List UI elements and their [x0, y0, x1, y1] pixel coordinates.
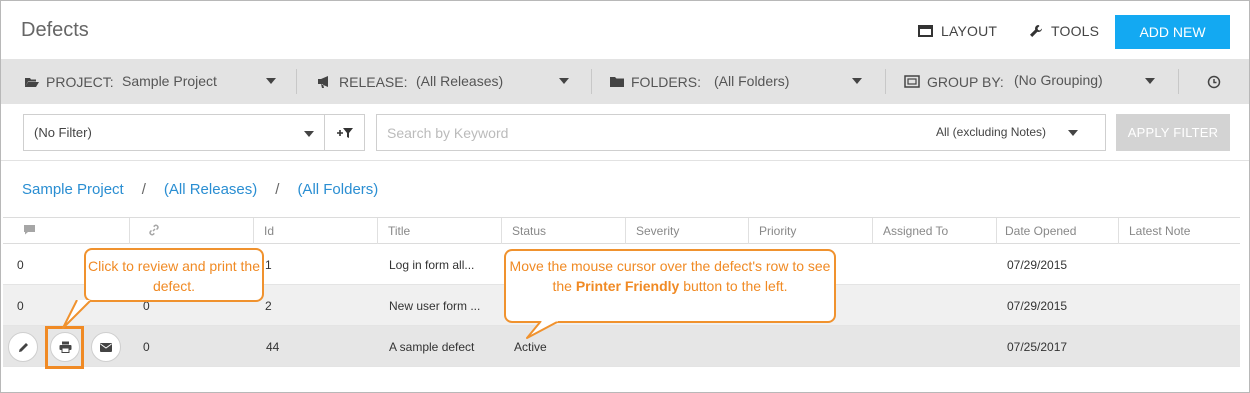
page-title: Defects	[21, 19, 89, 41]
chevron-down-icon	[559, 78, 569, 84]
hover-callout: Move the mouse cursor over the defect's …	[504, 249, 836, 323]
keyword-search: All (excluding Notes)	[376, 114, 1106, 151]
cell-date-opened: 07/29/2015	[1007, 258, 1068, 272]
search-scope-value: All (excluding Notes)	[936, 125, 1047, 139]
release-dropdown[interactable]: RELEASE: (All Releases)	[317, 59, 575, 104]
cell-date-opened: 07/25/2017	[1007, 340, 1068, 354]
callout-pointer	[62, 300, 92, 329]
column-header-priority[interactable]: Priority	[748, 218, 872, 244]
search-scope-select[interactable]: All (excluding Notes)	[936, 125, 1078, 139]
breadcrumb-separator: /	[275, 181, 280, 198]
megaphone-icon	[318, 76, 328, 88]
add-filter-button[interactable]	[324, 114, 365, 151]
folders-label: FOLDERS:	[631, 73, 702, 90]
column-header-comments[interactable]	[3, 218, 129, 244]
folders-value: (All Folders)	[714, 73, 790, 89]
folders-dropdown[interactable]: FOLDERS: (All Folders)	[610, 59, 868, 104]
chevron-down-icon	[1068, 130, 1078, 136]
cell-title[interactable]: Log in form all...	[389, 258, 474, 272]
layout-label: LAYOUT	[941, 23, 998, 39]
tools-button[interactable]: TOOLS	[1029, 23, 1099, 39]
column-header-assigned-to[interactable]: Assigned To	[872, 218, 996, 244]
chevron-down-icon	[266, 78, 276, 84]
defects-page: Defects LAYOUT TOOLS ADD NEW PROJECT: Sa…	[0, 0, 1250, 393]
cell-id: 1	[265, 258, 272, 272]
filter-bar: PROJECT: Sample Project RELEASE: (All Re…	[1, 59, 1249, 104]
column-header-id[interactable]: Id	[253, 218, 377, 244]
add-new-button[interactable]: ADD NEW	[1115, 15, 1230, 49]
column-header-latest-note[interactable]: Latest Note	[1118, 218, 1240, 244]
callout-pointer	[526, 321, 560, 339]
pencil-icon	[18, 342, 28, 352]
project-label: PROJECT:	[46, 73, 114, 90]
hover-callout-text-bold: Printer Friendly	[575, 278, 680, 294]
group-by-dropdown[interactable]: GROUP BY: (No Grouping)	[904, 59, 1162, 104]
print-callout: Click to review and print the defect.	[84, 248, 264, 302]
link-icon	[149, 224, 159, 236]
email-button[interactable]	[91, 332, 121, 362]
page-header: Defects LAYOUT TOOLS ADD NEW	[1, 1, 1249, 59]
cell-links: 0	[143, 340, 150, 354]
comment-icon	[24, 225, 35, 235]
cell-comments: 0	[17, 299, 24, 313]
project-dropdown[interactable]: PROJECT: Sample Project	[24, 59, 282, 104]
print-callout-text: Click to review and print the defect.	[88, 258, 260, 294]
divider	[591, 69, 592, 94]
breadcrumb-project[interactable]: Sample Project	[22, 181, 124, 198]
breadcrumb-release[interactable]: (All Releases)	[164, 181, 257, 198]
folder-open-icon	[25, 77, 39, 87]
divider	[885, 69, 886, 94]
column-header-title[interactable]: Title	[377, 218, 501, 244]
cell-id: 44	[266, 340, 280, 354]
layout-button[interactable]: LAYOUT	[918, 23, 997, 39]
column-header-links[interactable]	[129, 218, 253, 244]
cell-title[interactable]: New user form ...	[389, 299, 480, 313]
release-label: RELEASE:	[339, 73, 408, 90]
tools-label: TOOLS	[1051, 23, 1100, 39]
divider	[1, 160, 1249, 161]
saved-filter-select[interactable]: (No Filter)	[23, 114, 325, 151]
group-by-label: GROUP BY:	[927, 73, 1004, 90]
column-header-date-opened[interactable]: Date Opened	[996, 218, 1118, 244]
group-icon	[904, 75, 920, 88]
breadcrumb: Sample Project / (All Releases) / (All F…	[22, 181, 378, 198]
cell-status: Active	[514, 340, 547, 354]
chevron-down-icon	[1145, 78, 1155, 84]
clock-icon	[1207, 75, 1221, 89]
grid-header: Id Title Status Severity Priority Assign…	[3, 217, 1240, 244]
chevron-down-icon	[852, 78, 862, 84]
wrench-icon	[1030, 25, 1042, 37]
divider	[1178, 69, 1179, 94]
apply-filter-button[interactable]: APPLY FILTER	[1116, 114, 1230, 151]
breadcrumb-separator: /	[141, 181, 146, 198]
cell-date-opened: 07/29/2015	[1007, 299, 1068, 313]
search-input[interactable]	[387, 123, 907, 143]
breadcrumb-folders[interactable]: (All Folders)	[297, 181, 378, 198]
table-row[interactable]: 0 44 A sample defect Active 07/25/2017	[3, 326, 1240, 367]
envelope-icon	[100, 342, 112, 352]
column-header-status[interactable]: Status	[501, 218, 625, 244]
edit-button[interactable]	[8, 332, 38, 362]
divider	[296, 69, 297, 94]
project-value: Sample Project	[122, 73, 217, 89]
print-button-highlight	[45, 326, 84, 369]
cell-title[interactable]: A sample defect	[389, 340, 474, 354]
history-button[interactable]	[1207, 75, 1221, 92]
cell-id: 2	[265, 299, 272, 313]
release-value: (All Releases)	[416, 73, 504, 89]
group-by-value: (No Grouping)	[1014, 72, 1103, 88]
cell-comments: 0	[17, 258, 24, 272]
saved-filter-value: (No Filter)	[34, 125, 92, 140]
column-header-severity[interactable]: Severity	[625, 218, 748, 244]
hover-callout-text-post: button to the left.	[679, 278, 788, 294]
chevron-down-icon	[304, 131, 314, 137]
layout-icon	[918, 25, 933, 37]
add-filter-icon	[336, 127, 353, 138]
folder-icon	[610, 76, 624, 87]
